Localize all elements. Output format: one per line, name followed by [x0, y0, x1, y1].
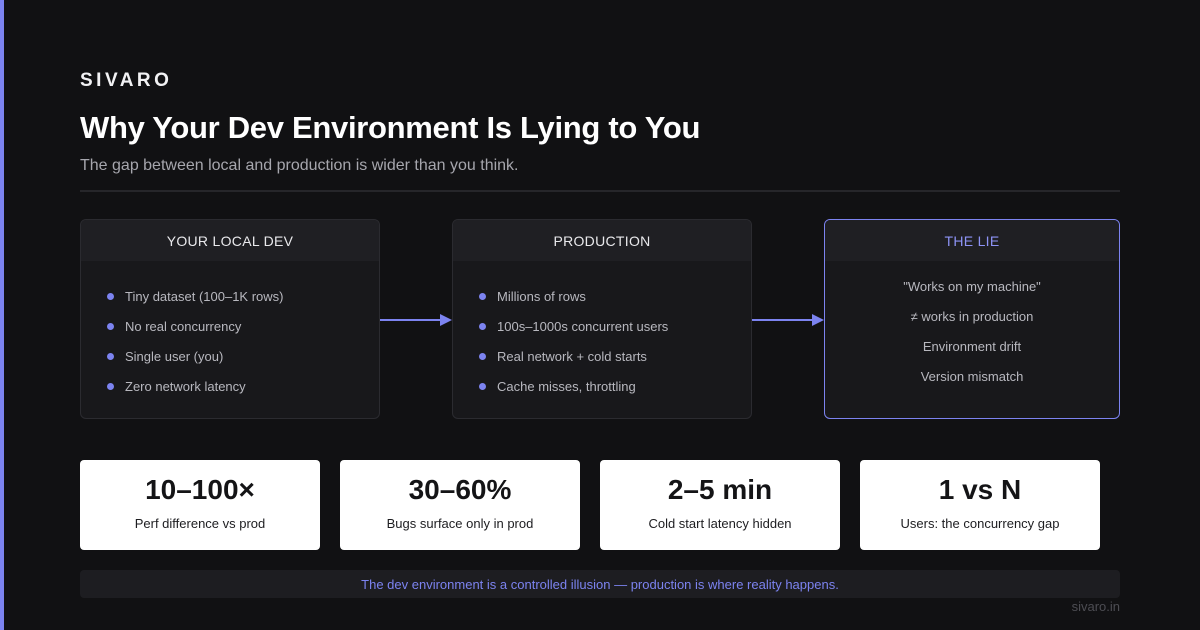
panel-heading: PRODUCTION [453, 220, 751, 261]
left-accent-bar [0, 0, 4, 630]
list-item-text: 100s–1000s concurrent users [497, 318, 669, 334]
stat-value: 30–60% [408, 474, 512, 505]
arrow-right-icon [752, 314, 824, 326]
stat-card: 1 vs N Users: the concurrency gap [860, 460, 1100, 550]
bullet-dot-icon [107, 322, 114, 330]
bullet-dot-icon [107, 352, 114, 360]
bullet-list: Millions of rows 100s–1000s concurrent u… [453, 261, 751, 401]
lie-line: "Works on my machine" [903, 279, 1041, 294]
stat-label: Perf difference vs prod [134, 516, 266, 531]
bullet-dot-icon [479, 292, 486, 300]
lie-line: Version mismatch [920, 369, 1024, 384]
stat-value: 10–100× [145, 474, 255, 505]
stat-card: 2–5 min Cold start latency hidden [600, 460, 840, 550]
panel-heading: THE LIE [825, 220, 1119, 261]
list-item-text: Tiny dataset (100–1K rows) [125, 288, 284, 304]
list-item-text: Cache misses, throttling [497, 378, 636, 394]
list-item-text: Zero network latency [125, 378, 246, 394]
list-item: No real concurrency [107, 311, 379, 341]
site-url: sivaro.in [1071, 599, 1120, 614]
list-item: Single user (you) [107, 341, 379, 371]
bullet-list: Tiny dataset (100–1K rows) No real concu… [81, 261, 379, 401]
list-item-text: No real concurrency [125, 318, 242, 334]
stat-label: Bugs surface only in prod [386, 516, 534, 531]
lie-line: ≠ works in production [910, 309, 1034, 324]
page-subtitle: The gap between local and production is … [80, 157, 519, 174]
list-item: Cache misses, throttling [479, 371, 751, 401]
list-item: 100s–1000s concurrent users [479, 311, 751, 341]
lie-list: "Works on my machine" ≠ works in product… [825, 261, 1119, 396]
stat-card: 10–100× Perf difference vs prod [80, 460, 320, 550]
bullet-dot-icon [107, 382, 114, 390]
panel-local-dev: YOUR LOCAL DEV Tiny dataset (100–1K rows… [80, 219, 380, 419]
bullet-dot-icon [479, 352, 486, 360]
bullet-dot-icon [479, 382, 486, 390]
list-item-text: Real network + cold starts [497, 348, 647, 364]
bullet-dot-icon [479, 322, 486, 330]
list-item: Millions of rows [479, 281, 751, 311]
footer-callout: The dev environment is a controlled illu… [80, 570, 1120, 598]
panel-heading: YOUR LOCAL DEV [81, 220, 379, 261]
lie-line: Environment drift [922, 339, 1022, 354]
bullet-dot-icon [107, 292, 114, 300]
list-item: Zero network latency [107, 371, 379, 401]
stat-value: 1 vs N [938, 474, 1022, 505]
page-title: Why Your Dev Environment Is Lying to You [80, 110, 701, 145]
list-item: Tiny dataset (100–1K rows) [107, 281, 379, 311]
list-item-text: Single user (you) [125, 348, 224, 364]
arrow-right-icon [380, 314, 452, 326]
brand-logo-text: SIVARO [80, 70, 173, 91]
stat-card: 30–60% Bugs surface only in prod [340, 460, 580, 550]
stat-value: 2–5 min [667, 474, 773, 505]
stat-label: Users: the concurrency gap [900, 516, 1060, 531]
header-divider [80, 190, 1120, 192]
panel-production: PRODUCTION Millions of rows 100s–1000s c… [452, 219, 752, 419]
list-item-text: Millions of rows [497, 288, 586, 304]
panel-the-lie: THE LIE "Works on my machine" ≠ works in… [824, 219, 1120, 419]
list-item: Real network + cold starts [479, 341, 751, 371]
stat-label: Cold start latency hidden [648, 516, 792, 531]
